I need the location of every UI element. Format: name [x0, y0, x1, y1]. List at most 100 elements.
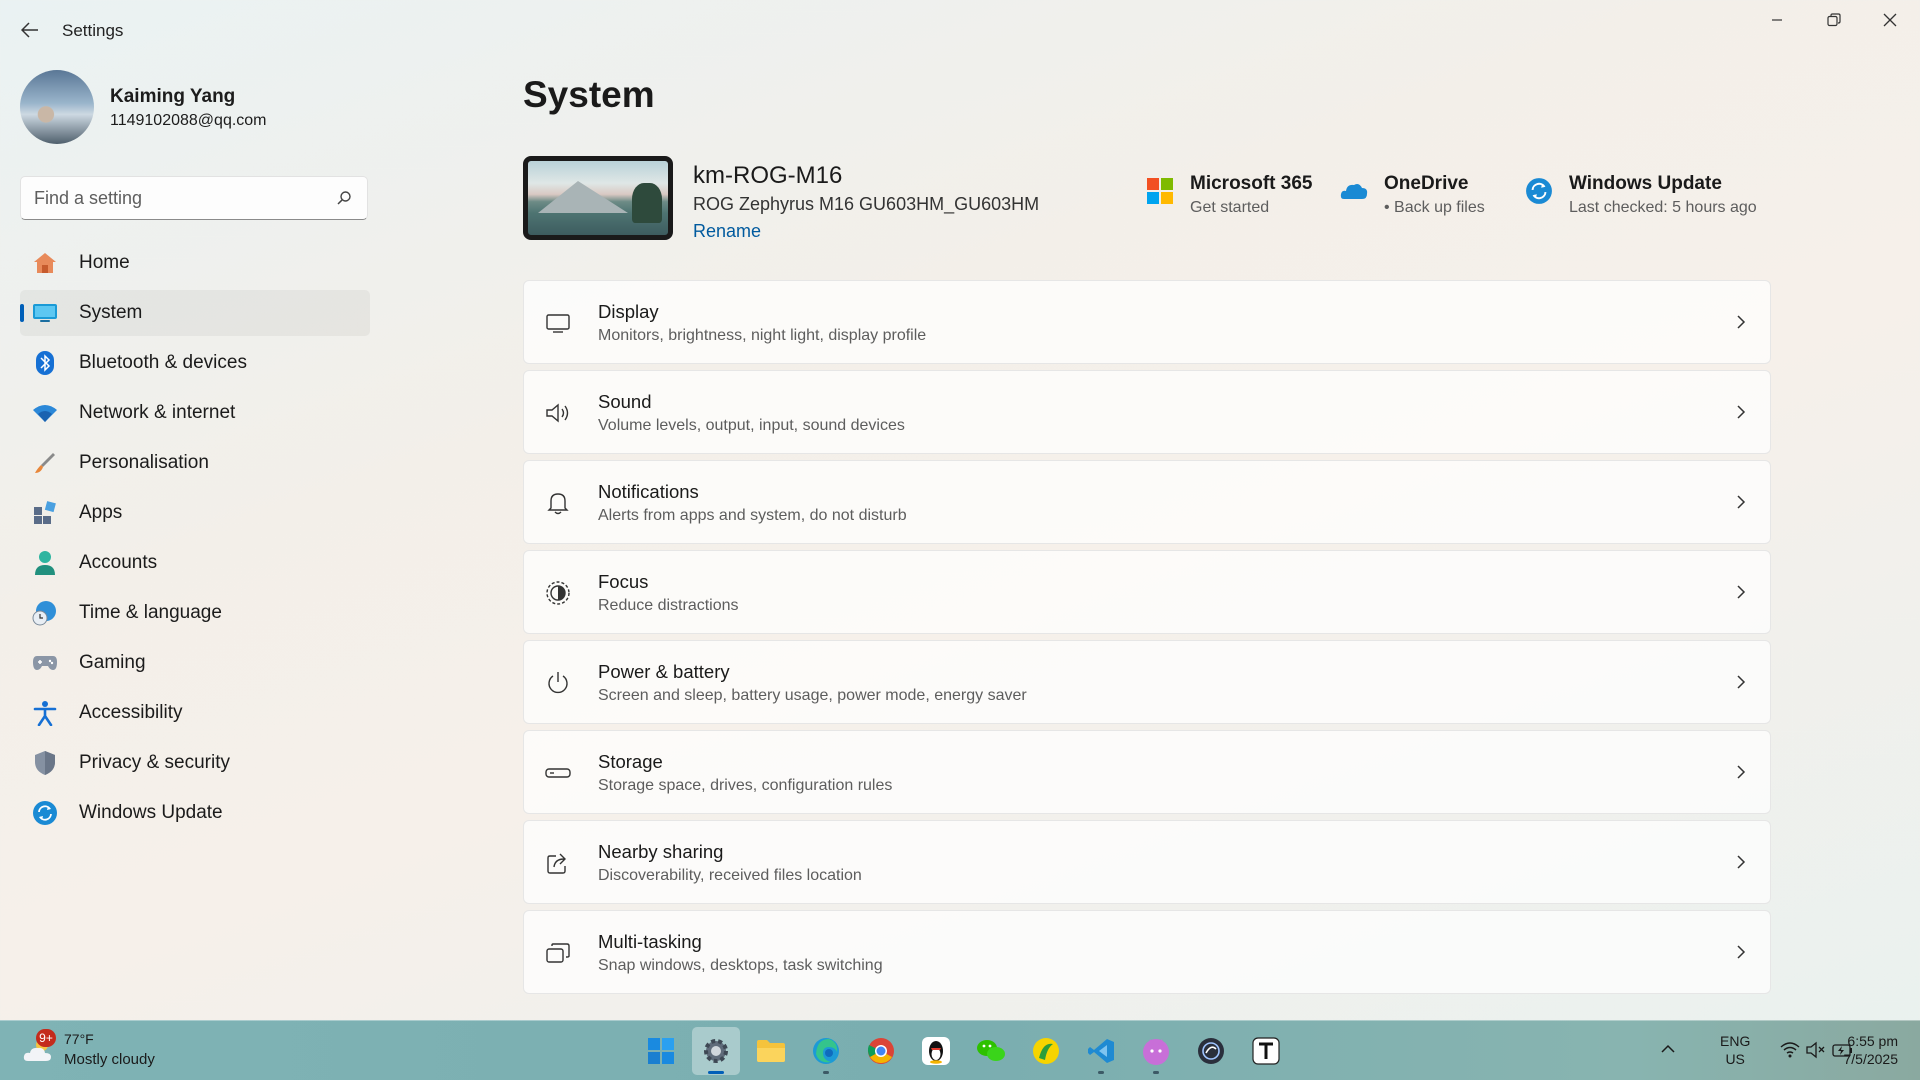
- minimize-icon: [1772, 19, 1782, 21]
- taskbar-settings[interactable]: [692, 1027, 740, 1075]
- setting-card-nearby-sharing[interactable]: Nearby sharing Discoverability, received…: [523, 820, 1771, 904]
- setting-card-multitasking[interactable]: Multi-tasking Snap windows, desktops, ta…: [523, 910, 1771, 994]
- shield-icon: [32, 750, 58, 776]
- speaker-icon: [544, 399, 572, 427]
- chevron-right-icon: [1737, 675, 1746, 689]
- volume-muted-icon[interactable]: [1806, 1041, 1826, 1059]
- setting-description: Monitors, brightness, night light, displ…: [598, 327, 927, 344]
- language-indicator[interactable]: ENG US: [1720, 1032, 1750, 1068]
- taskbar: 9+ 77°F Mostly cloudy ENG US 6:55 pm 7/5…: [0, 1020, 1920, 1080]
- weather-temperature: 77°F: [64, 1031, 94, 1047]
- sidebar-item-system[interactable]: System: [20, 290, 370, 336]
- app-swirl-icon: [1033, 1038, 1059, 1064]
- home-icon: [32, 250, 58, 276]
- system-tray: ENG US 6:55 pm 7/5/2025: [1620, 1021, 1920, 1080]
- main-content: System km-ROG-M16 ROG Zephyrus M16 GU603…: [523, 60, 1773, 1020]
- device-name: km-ROG-M16: [693, 162, 843, 189]
- sidebar-item-home[interactable]: Home: [20, 240, 370, 286]
- search-box: [20, 176, 368, 220]
- taskbar-vscode[interactable]: [1077, 1027, 1125, 1075]
- sidebar-item-network[interactable]: Network & internet: [20, 390, 370, 436]
- rename-link[interactable]: Rename: [693, 221, 761, 242]
- close-button[interactable]: [1866, 6, 1914, 34]
- app-circle-icon: [1198, 1038, 1224, 1064]
- chevron-up-icon[interactable]: [1660, 1043, 1676, 1055]
- search-input[interactable]: [21, 177, 311, 219]
- bluetooth-icon: [32, 350, 58, 376]
- taskbar-chrome[interactable]: [857, 1027, 905, 1075]
- sidebar-item-accessibility[interactable]: Accessibility: [20, 690, 370, 736]
- sidebar-item-personalisation[interactable]: Personalisation: [20, 440, 370, 486]
- minimize-button[interactable]: [1753, 6, 1801, 34]
- setting-card-power-battery[interactable]: Power & battery Screen and sleep, batter…: [523, 640, 1771, 724]
- sidebar-item-privacy[interactable]: Privacy & security: [20, 740, 370, 786]
- typora-t-icon: [1252, 1037, 1280, 1065]
- setting-title: Notifications: [598, 481, 699, 502]
- weather-condition: Mostly cloudy: [64, 1051, 155, 1068]
- sidebar: Kaiming Yang 1149102088@qq.com Home Syst…: [0, 60, 380, 1020]
- quick-tile-subtitle: • Back up files: [1384, 199, 1485, 216]
- sidebar-item-label: System: [79, 302, 143, 323]
- setting-card-sound[interactable]: Sound Volume levels, output, input, soun…: [523, 370, 1771, 454]
- share-icon: [544, 849, 572, 877]
- taskbar-qq[interactable]: [912, 1027, 960, 1075]
- display-icon: [544, 309, 572, 337]
- onedrive-tile[interactable]: OneDrive • Back up files: [1340, 173, 1510, 223]
- setting-title: Storage: [598, 751, 663, 772]
- restore-button[interactable]: [1810, 6, 1858, 34]
- setting-card-focus[interactable]: Focus Reduce distractions: [523, 550, 1771, 634]
- accessibility-icon: [32, 700, 58, 726]
- sidebar-item-accounts[interactable]: Accounts: [20, 540, 370, 586]
- sidebar-item-time-language[interactable]: Time & language: [20, 590, 370, 636]
- taskbar-typora[interactable]: [1242, 1027, 1290, 1075]
- sidebar-nav: Home System Bluetooth & devices Network …: [20, 240, 370, 840]
- running-indicator: [1153, 1071, 1159, 1074]
- user-profile[interactable]: Kaiming Yang 1149102088@qq.com: [20, 70, 360, 146]
- taskbar-edge[interactable]: [802, 1027, 850, 1075]
- running-indicator: [823, 1071, 829, 1074]
- taskbar-apps: [637, 1027, 1297, 1075]
- sidebar-item-label: Privacy & security: [79, 752, 230, 773]
- taskbar-file-explorer[interactable]: [747, 1027, 795, 1075]
- back-button[interactable]: [18, 18, 42, 42]
- multitask-icon: [544, 939, 572, 967]
- taskbar-app-yellow[interactable]: [1022, 1027, 1070, 1075]
- sidebar-item-windows-update[interactable]: Windows Update: [20, 790, 370, 836]
- taskbar-wechat[interactable]: [967, 1027, 1015, 1075]
- start-button[interactable]: [637, 1027, 685, 1075]
- microsoft-365-tile[interactable]: Microsoft 365 Get started: [1146, 173, 1316, 223]
- clock[interactable]: 6:55 pm 7/5/2025: [1844, 1032, 1899, 1068]
- sidebar-item-apps[interactable]: Apps: [20, 490, 370, 536]
- sidebar-item-gaming[interactable]: Gaming: [20, 640, 370, 686]
- windows-update-tile[interactable]: Windows Update Last checked: 5 hours ago: [1525, 173, 1770, 223]
- setting-description: Volume levels, output, input, sound devi…: [598, 417, 905, 434]
- chevron-right-icon: [1737, 855, 1746, 869]
- weather-widget[interactable]: 9+ 77°F Mostly cloudy: [22, 1029, 222, 1073]
- settings-list: Display Monitors, brightness, night ligh…: [523, 280, 1771, 1000]
- device-wallpaper-thumbnail[interactable]: [523, 156, 673, 240]
- chevron-right-icon: [1737, 315, 1746, 329]
- search-icon[interactable]: [335, 189, 353, 207]
- taskbar-app-dark[interactable]: [1187, 1027, 1235, 1075]
- sidebar-item-label: Personalisation: [79, 452, 209, 473]
- taskbar-app-cat[interactable]: [1132, 1027, 1180, 1075]
- apps-icon: [32, 500, 58, 526]
- setting-card-storage[interactable]: Storage Storage space, drives, configura…: [523, 730, 1771, 814]
- bell-icon: [544, 489, 572, 517]
- sidebar-item-label: Accounts: [79, 552, 158, 573]
- storage-icon: [544, 759, 572, 787]
- sidebar-item-label: Home: [79, 252, 130, 273]
- setting-card-display[interactable]: Display Monitors, brightness, night ligh…: [523, 280, 1771, 364]
- chevron-right-icon: [1737, 765, 1746, 779]
- gamepad-icon: [32, 650, 58, 676]
- sidebar-item-label: Windows Update: [79, 802, 223, 823]
- profile-email: 1149102088@qq.com: [110, 112, 267, 129]
- sidebar-item-bluetooth[interactable]: Bluetooth & devices: [20, 340, 370, 386]
- region-code: US: [1725, 1051, 1745, 1067]
- chevron-right-icon: [1737, 405, 1746, 419]
- quick-tile-title: OneDrive: [1384, 173, 1469, 194]
- setting-card-notifications[interactable]: Notifications Alerts from apps and syste…: [523, 460, 1771, 544]
- update-icon: [1526, 178, 1552, 204]
- wifi-icon[interactable]: [1780, 1041, 1800, 1059]
- quick-tile-subtitle: Last checked: 5 hours ago: [1569, 199, 1757, 216]
